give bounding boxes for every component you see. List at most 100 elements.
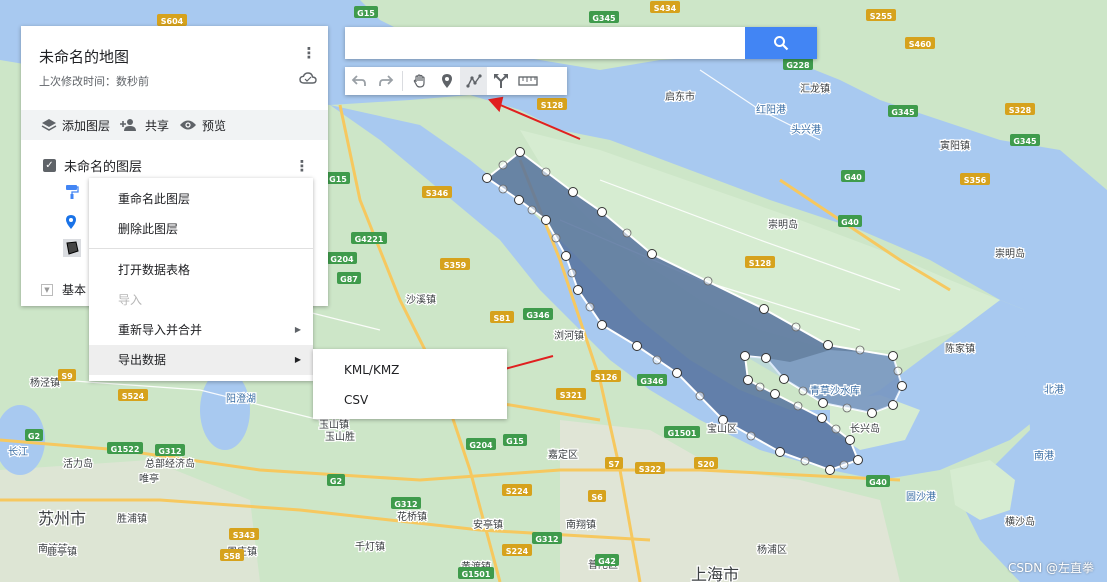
road-label: S524 xyxy=(122,392,145,401)
open-data-table-menu-item[interactable]: 打开数据表格 xyxy=(89,255,313,285)
road-label: G15 xyxy=(329,175,347,184)
rename-layer-menu-item[interactable]: 重命名此图层 xyxy=(89,184,313,214)
road-label: S58 xyxy=(224,552,241,561)
layer-visibility-checkbox[interactable]: ✓ xyxy=(43,158,56,172)
town-label: 启东市 xyxy=(665,90,695,103)
town-label: 横沙岛 xyxy=(1005,515,1035,528)
road-label: G1522 xyxy=(111,445,140,454)
town-label: 阳澄湖 xyxy=(226,392,256,405)
ruler-icon xyxy=(517,76,538,86)
location-pin-icon[interactable] xyxy=(65,214,77,230)
road-label: S328 xyxy=(1009,106,1032,115)
road-label: S9 xyxy=(61,372,73,381)
layer-name[interactable]: 未命名的图层 xyxy=(64,156,142,175)
preview-button[interactable]: 预览 xyxy=(179,117,226,134)
paint-style-icon[interactable] xyxy=(65,184,79,200)
search-bar xyxy=(345,27,817,59)
road-label: S6 xyxy=(591,493,603,502)
draw-line-button[interactable] xyxy=(460,67,487,95)
search-icon xyxy=(774,36,789,51)
road-label: S359 xyxy=(444,261,467,270)
import-menu-item: 导入 xyxy=(118,293,143,307)
road-label: G15 xyxy=(506,437,524,446)
town-label: 陈家镇 xyxy=(945,342,975,355)
road-label: G346 xyxy=(640,377,664,386)
road-label: G345 xyxy=(1013,137,1037,146)
town-label: 汇龙镇 xyxy=(800,82,830,95)
road-label: G312 xyxy=(394,500,417,509)
town-label: 花桥镇 xyxy=(397,510,427,523)
export-csv-menu-item[interactable]: CSV xyxy=(313,385,507,415)
road-label: S604 xyxy=(161,17,184,26)
road-label: G204 xyxy=(330,255,354,264)
add-layer-label: 添加图层 xyxy=(62,118,111,133)
watermark: CSDN @左直拳 xyxy=(1007,561,1094,575)
search-button[interactable] xyxy=(745,27,817,59)
road-label: G87 xyxy=(340,275,358,284)
export-submenu: KML/KMZ CSV xyxy=(313,349,507,419)
directions-button[interactable] xyxy=(487,67,514,95)
search-input[interactable] xyxy=(345,27,745,59)
basemap-row[interactable]: ▼ 基本 xyxy=(41,281,86,298)
road-label: G345 xyxy=(891,108,915,117)
add-marker-button[interactable] xyxy=(433,67,460,95)
share-button[interactable]: 共享 xyxy=(120,117,169,134)
submenu-arrow-icon: ▶ xyxy=(294,355,301,364)
redo-button[interactable] xyxy=(372,67,399,95)
town-label: 沙溪镇 xyxy=(406,293,436,306)
person-add-icon xyxy=(120,119,137,131)
expand-arrow-icon[interactable]: ▼ xyxy=(41,283,53,296)
measure-button[interactable] xyxy=(514,67,541,95)
layer-options-icon[interactable]: ⋮ xyxy=(294,157,310,175)
road-label: S343 xyxy=(233,531,255,540)
layer-context-menu: 重命名此图层 删除此图层 打开数据表格 导入 重新导入并合并 ▶ 导出数据 ▶ xyxy=(89,178,313,381)
road-label: G1501 xyxy=(462,570,491,579)
add-layer-button[interactable]: 添加图层 xyxy=(41,117,110,134)
road-label: G2 xyxy=(28,432,40,441)
submenu-arrow-icon: ▶ xyxy=(294,325,301,334)
town-label: 玉山镇 xyxy=(319,418,349,431)
road-label: S7 xyxy=(608,460,619,469)
road-label: S346 xyxy=(426,189,449,198)
road-label: S321 xyxy=(560,391,583,400)
road-label: G2 xyxy=(330,477,342,486)
road-label: G312 xyxy=(535,535,558,544)
town-label: 总部经济岛 xyxy=(145,457,195,470)
map-title[interactable]: 未命名的地图 xyxy=(39,46,129,67)
map-toolbar xyxy=(345,67,567,95)
toolbar-divider xyxy=(402,71,403,91)
town-label: 圆沙港 xyxy=(906,491,936,503)
eye-icon xyxy=(180,120,197,130)
export-kml-menu-item[interactable]: KML/KMZ xyxy=(313,355,507,385)
undo-button[interactable] xyxy=(345,67,372,95)
town-label: 青草沙水库 xyxy=(810,384,860,397)
town-label: 北港 xyxy=(1044,384,1064,396)
town-label: 长江 xyxy=(8,446,28,458)
road-label: G204 xyxy=(469,441,493,450)
town-label: 活力岛 xyxy=(63,457,93,470)
marker-icon xyxy=(441,74,452,88)
town-label: 嘉定区 xyxy=(548,448,578,461)
export-data-label: 导出数据 xyxy=(118,353,167,367)
reimport-merge-menu-item[interactable]: 重新导入并合并 ▶ xyxy=(89,315,313,345)
layer-row[interactable]: ✓ 未命名的图层 xyxy=(21,154,328,176)
town-label: 红阳港 xyxy=(756,103,786,116)
road-label: S128 xyxy=(749,259,772,268)
town-label: 崇明岛 xyxy=(768,218,798,231)
road-label: G346 xyxy=(526,311,550,320)
road-label: G42 xyxy=(598,557,616,566)
delete-layer-menu-item[interactable]: 删除此图层 xyxy=(89,214,313,244)
town-label: 头兴港 xyxy=(791,124,821,136)
map-options-icon[interactable]: ⋮ xyxy=(301,44,317,62)
polygon-shape-icon[interactable] xyxy=(63,239,81,257)
town-label: 安亭镇 xyxy=(473,518,503,531)
export-data-menu-item[interactable]: 导出数据 ▶ xyxy=(89,345,313,375)
select-tool-button[interactable] xyxy=(406,67,433,95)
town-label: 南翔镇 xyxy=(566,518,596,531)
town-label: 杨浦区 xyxy=(757,543,787,556)
road-label: S128 xyxy=(541,101,564,110)
hand-icon xyxy=(413,74,425,88)
road-label: G228 xyxy=(786,61,810,70)
town-label: 苏州市 xyxy=(38,509,86,528)
draw-line-icon xyxy=(465,74,482,88)
